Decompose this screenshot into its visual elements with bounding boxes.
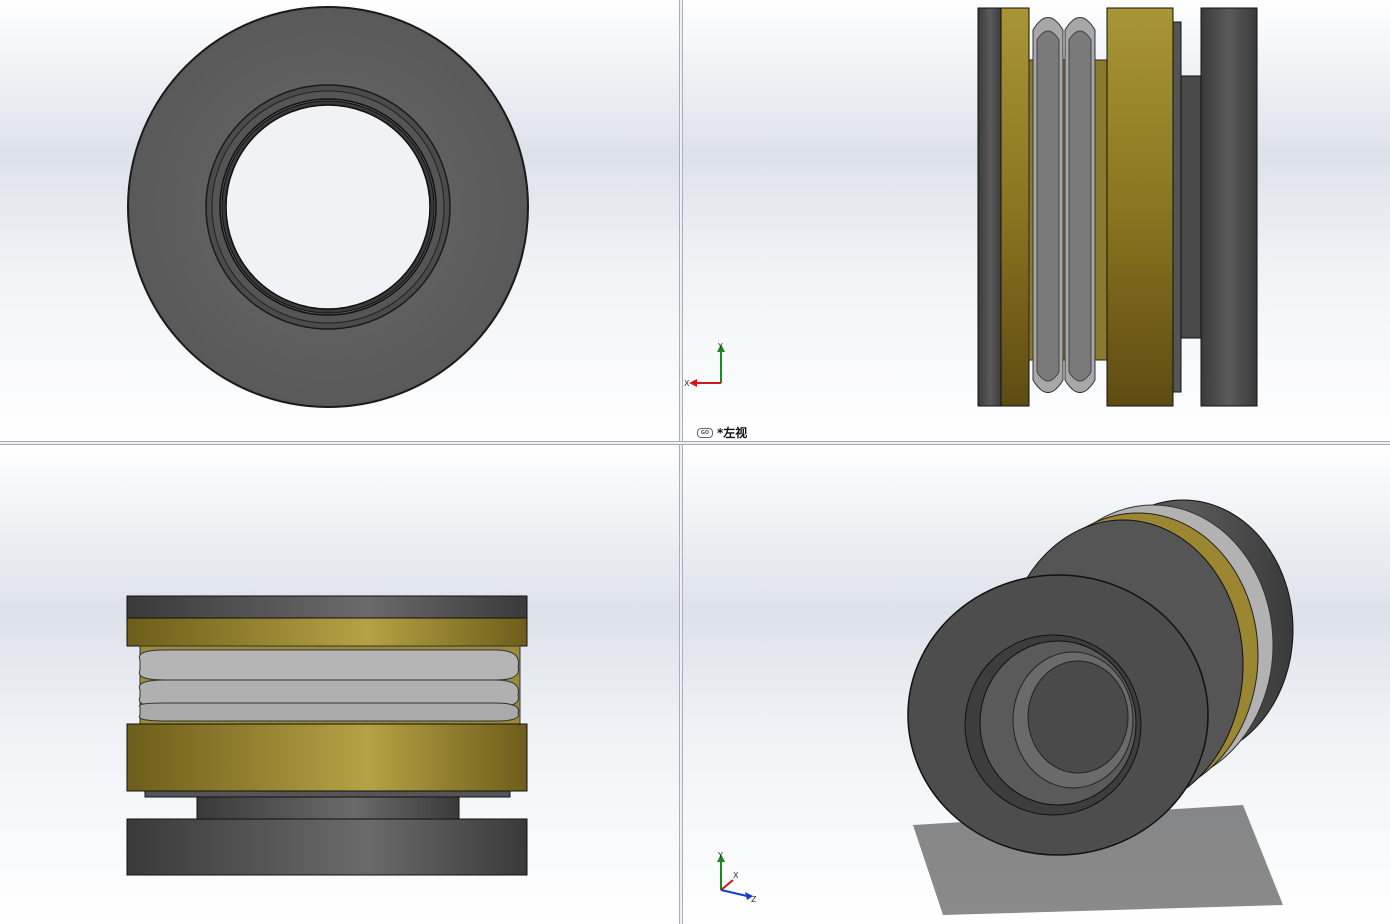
viewport-splitter-vertical[interactable] [679, 0, 683, 924]
view-name: *左视 [717, 426, 748, 440]
ring-front-model [127, 6, 529, 408]
left-viewport[interactable]: Y X GO *左视 [683, 0, 1390, 441]
triad-y-label: Y [717, 342, 723, 351]
view-orientation-label: GO *左视 [697, 424, 747, 441]
coordinate-triad-icon: Y X [684, 342, 725, 388]
triad-iso-x-label: X [733, 871, 739, 880]
triad-iso-y-label: Y [717, 851, 723, 860]
top-viewport[interactable] [0, 445, 679, 924]
ring-iso-model [907, 499, 1294, 915]
front-viewport[interactable] [0, 0, 679, 441]
camera-icon: GO [697, 427, 713, 438]
coordinate-triad-iso-icon: Y X Z [717, 851, 757, 904]
isometric-viewport[interactable]: Y X Z [683, 445, 1390, 924]
triad-x-label: X [684, 379, 690, 388]
viewport-grid: Y X GO *左视 Y X Z [0, 0, 1390, 924]
viewport-splitter-horizontal[interactable] [0, 441, 1390, 445]
ring-side-model [977, 7, 1258, 407]
ring-top-model [126, 595, 528, 876]
triad-iso-z-label: Z [751, 895, 757, 904]
